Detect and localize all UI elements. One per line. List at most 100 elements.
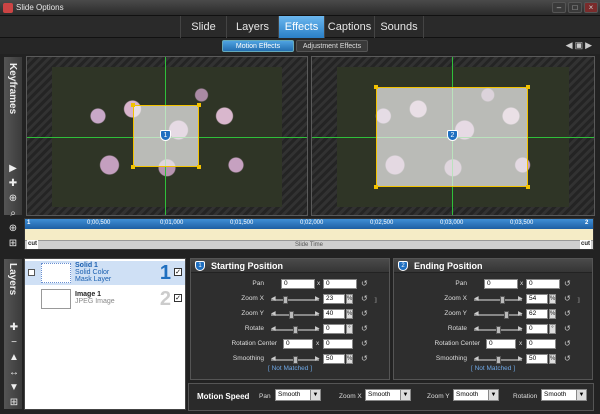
link-zoom-icon[interactable]: ⟧ — [577, 297, 580, 304]
resize-handle[interactable] — [374, 85, 378, 89]
reset-icon[interactable]: ↺ — [361, 294, 368, 303]
reset-icon[interactable]: ↺ — [564, 354, 571, 363]
layer-type: JPEG Image — [75, 298, 115, 305]
keyframe-options-icon[interactable]: ⊕ — [5, 192, 21, 205]
play-icon[interactable]: ▶ — [5, 162, 21, 175]
pan-speed-label: Pan — [259, 393, 271, 400]
rotate-input[interactable]: 0 — [323, 324, 345, 334]
reset-icon[interactable]: ↺ — [564, 324, 571, 333]
layer-tools: ✚ − ▲ ↔ ▼ ⊞ — [6, 319, 22, 411]
next-slide-icon[interactable]: ▶ — [585, 40, 594, 50]
fit-icon[interactable]: ⊞ — [5, 237, 21, 250]
pan-y-input[interactable]: 0 — [526, 279, 560, 289]
pan-speed-select[interactable]: Smooth ▼ — [275, 389, 321, 401]
resize-handle[interactable] — [374, 185, 378, 189]
start-preview[interactable]: 1 — [26, 56, 308, 216]
smoothing-input[interactable]: 50 — [323, 354, 345, 364]
main-tabs: Slide Layers Effects Captions Sounds — [0, 16, 600, 38]
chevron-down-icon: ▼ — [488, 390, 498, 400]
reset-icon[interactable]: ↺ — [564, 279, 571, 288]
rotation-speed-select[interactable]: Smooth ▼ — [541, 389, 587, 401]
zoom-x-input[interactable]: 54 — [526, 294, 548, 304]
swap-icon[interactable]: ↔ — [6, 366, 22, 379]
layer-visible-checkbox[interactable]: ✓ — [174, 268, 182, 276]
smoothing-slider[interactable]: ◀ ▶ — [474, 356, 523, 364]
maximize-button[interactable]: □ — [568, 2, 582, 13]
rotation-center-y-input[interactable]: 0 — [526, 339, 556, 349]
rotate-slider[interactable]: ◀ ▶ — [271, 326, 320, 334]
resize-handle[interactable] — [526, 85, 530, 89]
zoom-icon[interactable]: ⌕ — [5, 207, 21, 220]
tab-captions[interactable]: Captions — [324, 16, 374, 38]
add-keyframe-icon[interactable]: ✚ — [5, 177, 21, 190]
smoothing-unit: % — [549, 354, 556, 364]
zoom-y-speed-select[interactable]: Smooth ▼ — [453, 389, 499, 401]
time-tick: 0;03,500 — [510, 220, 534, 226]
chevron-down-icon: ▼ — [576, 390, 586, 400]
rotation-center-y-input[interactable]: 0 — [323, 339, 353, 349]
link-zoom-icon[interactable]: ⟧ — [374, 297, 377, 304]
resize-handle[interactable] — [197, 103, 201, 107]
reset-icon[interactable]: ↺ — [564, 294, 571, 303]
timeline[interactable]: 1 0;00,500 0;01,000 0;01,500 0;02,000 0;… — [24, 218, 594, 250]
timeline-marker-end[interactable]: 2 — [585, 220, 588, 226]
layer-options-icon[interactable]: ⊞ — [6, 396, 22, 409]
close-button[interactable]: × — [584, 2, 598, 13]
reset-icon[interactable]: ↺ — [564, 339, 571, 348]
pan-row: Pan 0 x 0 ↺ — [394, 279, 592, 290]
rotation-center-x-input[interactable]: 0 — [283, 339, 313, 349]
zoom-y-input[interactable]: 62 — [526, 309, 548, 319]
rotate-input[interactable]: 0 — [526, 324, 548, 334]
not-matched-link[interactable]: [ Not Matched ] — [394, 365, 592, 372]
rotate-slider[interactable]: ◀ ▶ — [474, 326, 523, 334]
minimize-button[interactable]: – — [552, 2, 566, 13]
tab-sounds[interactable]: Sounds — [374, 16, 424, 38]
pan-x-input[interactable]: 0 — [484, 279, 518, 289]
pan-label: Pan — [455, 280, 467, 287]
smoothing-input[interactable]: 50 — [526, 354, 548, 364]
pan-y-input[interactable]: 0 — [323, 279, 357, 289]
zoom-x-slider[interactable]: ◀ ▶ — [271, 296, 320, 304]
rotation-center-x-input[interactable]: 0 — [486, 339, 516, 349]
reset-icon[interactable]: ↺ — [361, 339, 368, 348]
panel-title: Starting Position — [211, 261, 283, 271]
add-layer-icon[interactable]: ✚ — [6, 321, 22, 334]
resize-handle[interactable] — [526, 185, 530, 189]
subtab-adjustment-effects[interactable]: Adjustment Effects — [296, 40, 368, 52]
pan-x-input[interactable]: 0 — [281, 279, 315, 289]
not-matched-link[interactable]: [ Not Matched ] — [191, 365, 389, 372]
zoom-x-input[interactable]: 23 — [323, 294, 345, 304]
remove-layer-icon[interactable]: − — [6, 336, 22, 349]
subtab-motion-effects[interactable]: Motion Effects — [222, 40, 294, 52]
rotate-row: Rotate ◀ ▶ 0 ° ↺ — [394, 324, 592, 335]
layer-row[interactable]: Solid 1 Solid Color Mask Layer 1 ✓ — [25, 261, 185, 285]
tab-layers[interactable]: Layers — [226, 16, 278, 38]
zoom-x-speed-select[interactable]: Smooth ▼ — [365, 389, 411, 401]
resize-handle[interactable] — [131, 165, 135, 169]
layer-row[interactable]: Image 1 JPEG Image 2 ✓ — [25, 287, 185, 311]
zoom-y-slider[interactable]: ◀ ▶ — [271, 311, 320, 319]
zoom-y-input[interactable]: 40 — [323, 309, 345, 319]
zoom-y-slider[interactable]: ◀ ▶ — [474, 311, 523, 319]
layer-visible-checkbox[interactable]: ✓ — [174, 294, 182, 302]
timeline-marker-start[interactable]: 1 — [27, 220, 30, 226]
copy-icon[interactable]: ▣ — [575, 40, 586, 50]
reset-icon[interactable]: ↺ — [361, 354, 368, 363]
smoothing-slider[interactable]: ◀ ▶ — [271, 356, 320, 364]
zoom-x-label: Zoom X — [241, 295, 264, 302]
prev-slide-icon[interactable]: ◀ — [566, 40, 575, 50]
move-up-icon[interactable]: ▲ — [6, 351, 22, 364]
tab-effects[interactable]: Effects — [278, 16, 324, 38]
resize-handle[interactable] — [131, 103, 135, 107]
tab-slide[interactable]: Slide — [180, 16, 226, 38]
layer-select-checkbox[interactable] — [28, 269, 35, 276]
move-down-icon[interactable]: ▼ — [6, 381, 22, 394]
end-preview[interactable]: 2 — [311, 56, 595, 216]
reset-icon[interactable]: ↺ — [564, 309, 571, 318]
zoom-x-slider[interactable]: ◀ ▶ — [474, 296, 523, 304]
zoom-in-icon[interactable]: ⊕ — [5, 222, 21, 235]
reset-icon[interactable]: ↺ — [361, 279, 368, 288]
reset-icon[interactable]: ↺ — [361, 309, 368, 318]
reset-icon[interactable]: ↺ — [361, 324, 368, 333]
resize-handle[interactable] — [197, 165, 201, 169]
